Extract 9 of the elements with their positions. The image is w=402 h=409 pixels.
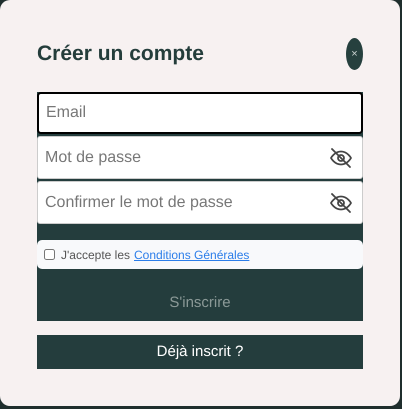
terms-text: J'accepte les <box>61 246 130 264</box>
terms-link[interactable]: Conditions Générales <box>134 246 250 264</box>
eye-slash-icon[interactable] <box>329 191 353 215</box>
input-field[interactable]: Email <box>37 92 363 134</box>
close-button[interactable]: × <box>346 38 363 70</box>
login-button[interactable]: Déjà inscrit ? <box>37 335 363 369</box>
dialog-title: Créer un compte <box>37 41 204 68</box>
terms-checkbox[interactable] <box>44 249 55 260</box>
eye-slash-icon[interactable] <box>329 146 353 170</box>
